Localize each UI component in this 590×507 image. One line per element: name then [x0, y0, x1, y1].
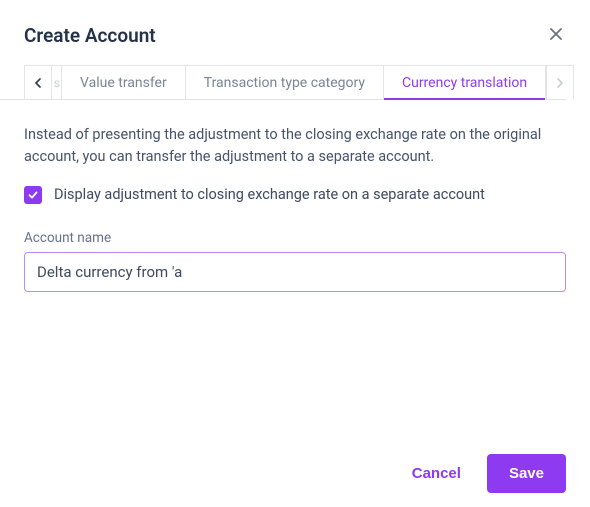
- create-account-dialog: Create Account s Value transfer Transact…: [0, 0, 590, 507]
- save-button[interactable]: Save: [487, 454, 566, 493]
- dialog-footer: Cancel Save: [406, 454, 566, 493]
- dialog-header: Create Account: [0, 24, 590, 65]
- tab-label: Currency translation: [402, 75, 527, 91]
- tab-overflow-previous[interactable]: s: [52, 65, 62, 99]
- display-adjustment-checkbox-label: Display adjustment to closing exchange r…: [54, 186, 485, 203]
- chevron-right-icon: [556, 78, 564, 88]
- dialog-body: Instead of presenting the adjustment to …: [0, 100, 590, 292]
- display-adjustment-checkbox[interactable]: [24, 186, 42, 204]
- tab-description: Instead of presenting the adjustment to …: [24, 124, 566, 168]
- tab-value-transfer[interactable]: Value transfer: [62, 65, 186, 99]
- close-icon: [548, 26, 564, 42]
- close-button[interactable]: [546, 24, 566, 44]
- chevron-left-icon: [34, 78, 42, 88]
- display-adjustment-checkbox-row: Display adjustment to closing exchange r…: [24, 186, 566, 204]
- tabs-row: s Value transfer Transaction type catego…: [0, 65, 566, 100]
- cancel-button[interactable]: Cancel: [406, 455, 467, 492]
- tab-transaction-type-category[interactable]: Transaction type category: [186, 65, 384, 99]
- tab-scroll-left-button[interactable]: [24, 65, 52, 99]
- tab-label: Transaction type category: [204, 75, 365, 91]
- tab-scroll-right-button[interactable]: [546, 65, 574, 99]
- tab-currency-translation[interactable]: Currency translation: [384, 65, 546, 99]
- account-name-label: Account name: [24, 230, 566, 246]
- account-name-input[interactable]: [24, 252, 566, 292]
- check-icon: [27, 189, 39, 201]
- tab-label: Value transfer: [80, 75, 167, 91]
- tabs-list: Value transfer Transaction type category…: [62, 65, 546, 99]
- dialog-title: Create Account: [24, 24, 156, 47]
